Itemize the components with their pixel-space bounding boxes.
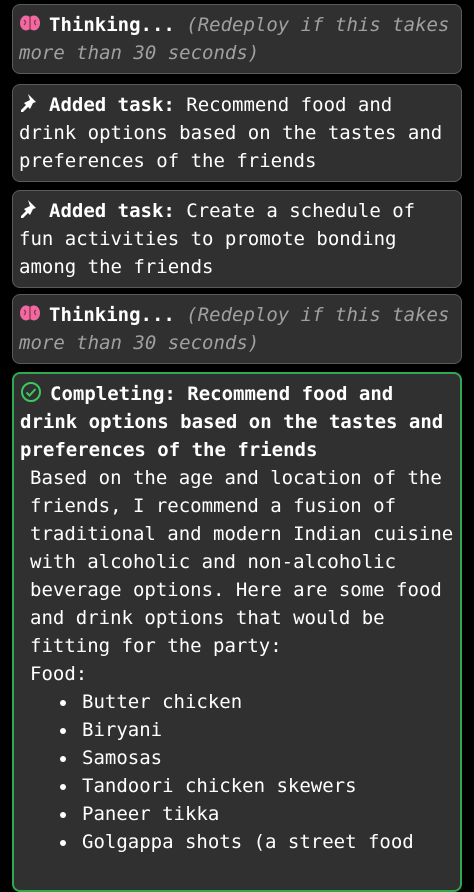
list-item: Biryani [60, 716, 454, 744]
brain-icon [19, 302, 41, 324]
completing-label: Completing: [50, 383, 176, 405]
list-item: Paneer tikka [60, 800, 454, 828]
task-feed: Thinking... (Redeploy if this takes more… [0, 0, 474, 892]
pin-icon [19, 198, 41, 220]
task-label: Added task: [49, 200, 175, 222]
completing-header: Completing: Recommend food and drink opt… [20, 380, 454, 464]
brain-icon [19, 12, 41, 34]
thinking-card: Thinking... (Redeploy if this takes more… [12, 294, 462, 364]
result-text: Based on the age and location of the fri… [30, 467, 454, 657]
completing-card: Completing: Recommend food and drink opt… [12, 372, 462, 892]
completing-body: Based on the age and location of the fri… [20, 464, 454, 856]
pin-icon [19, 92, 41, 114]
section-heading: Food: [30, 663, 88, 685]
thinking-label: Thinking... [49, 14, 175, 36]
list-item: Butter chicken [60, 688, 454, 716]
list-item: Samosas [60, 744, 454, 772]
task-label: Added task: [49, 94, 175, 116]
check-circle-icon [20, 381, 42, 403]
list-item: Golgappa shots (a street food [60, 828, 454, 856]
added-task-card: Added task: Recommend food and drink opt… [12, 84, 462, 182]
list-item: Tandoori chicken skewers [60, 772, 454, 800]
added-task-card: Added task: Create a schedule of fun act… [12, 190, 462, 288]
thinking-label: Thinking... [49, 304, 175, 326]
food-list: Butter chicken Biryani Samosas Tandoori … [30, 688, 454, 856]
thinking-card: Thinking... (Redeploy if this takes more… [12, 4, 462, 74]
